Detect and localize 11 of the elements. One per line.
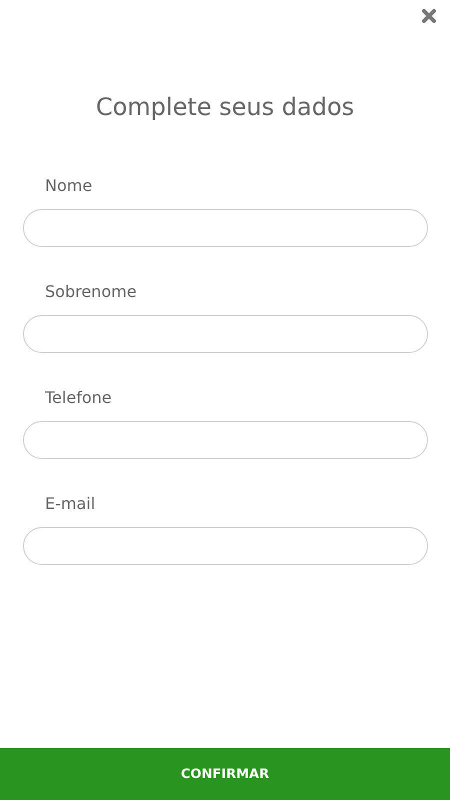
field-label: Nome xyxy=(45,175,92,197)
input-field[interactable] xyxy=(23,421,428,459)
input-field[interactable] xyxy=(23,315,428,353)
field-label: E-mail xyxy=(45,493,96,515)
field-label: Sobrenome xyxy=(45,281,137,303)
confirm-button[interactable]: CONFIRMAR xyxy=(0,748,450,800)
input-field[interactable] xyxy=(23,527,428,565)
close-icon[interactable] xyxy=(421,8,437,24)
input-field[interactable] xyxy=(23,209,428,247)
field-label: Telefone xyxy=(45,387,112,409)
form-title: Complete seus dados xyxy=(94,92,356,123)
